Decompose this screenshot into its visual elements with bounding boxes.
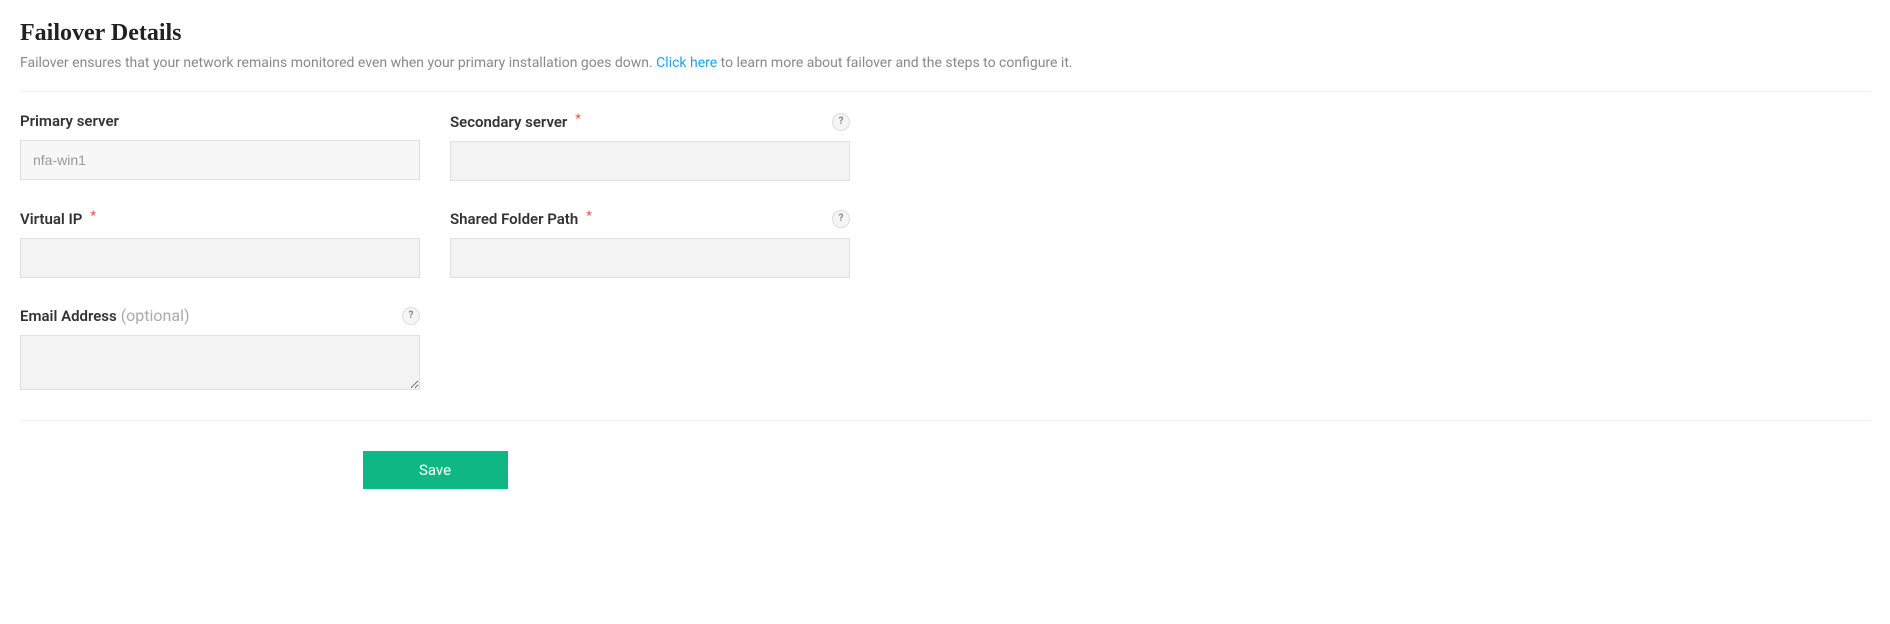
virtual-ip-label-row: Virtual IP * <box>20 209 420 228</box>
shared-folder-path-label-row: Shared Folder Path * ? <box>450 209 850 228</box>
form-grid: Primary server Secondary server * ? Virt… <box>20 112 1870 390</box>
secondary-server-label-row: Secondary server * ? <box>450 112 850 131</box>
email-address-label-row: Email Address (optional) ? <box>20 306 420 325</box>
secondary-server-input[interactable] <box>450 141 850 181</box>
email-address-input[interactable] <box>20 335 420 390</box>
bottom-divider <box>20 420 1870 421</box>
button-row: Save <box>20 451 850 489</box>
required-asterisk: * <box>586 209 592 224</box>
optional-text: (optional) <box>121 306 190 325</box>
virtual-ip-field: Virtual IP * <box>20 209 420 278</box>
description-post-text: to learn more about failover and the ste… <box>717 55 1072 71</box>
secondary-server-field: Secondary server * ? <box>450 112 850 181</box>
primary-server-input <box>20 140 420 180</box>
virtual-ip-input[interactable] <box>20 238 420 278</box>
page-description: Failover ensures that your network remai… <box>20 55 1870 71</box>
virtual-ip-label: Virtual IP <box>20 210 82 228</box>
help-icon[interactable]: ? <box>832 113 850 131</box>
click-here-link[interactable]: Click here <box>656 55 717 71</box>
section-divider <box>20 91 1870 92</box>
page-title: Failover Details <box>20 20 1870 47</box>
primary-server-label-row: Primary server <box>20 112 420 130</box>
email-address-label: Email Address <box>20 307 117 325</box>
secondary-server-label: Secondary server <box>450 113 567 131</box>
save-button[interactable]: Save <box>363 451 508 489</box>
shared-folder-path-input[interactable] <box>450 238 850 278</box>
description-pre-text: Failover ensures that your network remai… <box>20 55 656 71</box>
required-asterisk: * <box>90 209 96 224</box>
primary-server-label: Primary server <box>20 112 119 130</box>
primary-server-field: Primary server <box>20 112 420 181</box>
help-icon[interactable]: ? <box>402 307 420 325</box>
help-icon[interactable]: ? <box>832 210 850 228</box>
email-address-field: Email Address (optional) ? <box>20 306 420 390</box>
shared-folder-path-label: Shared Folder Path <box>450 210 578 228</box>
shared-folder-path-field: Shared Folder Path * ? <box>450 209 850 278</box>
required-asterisk: * <box>575 112 581 127</box>
